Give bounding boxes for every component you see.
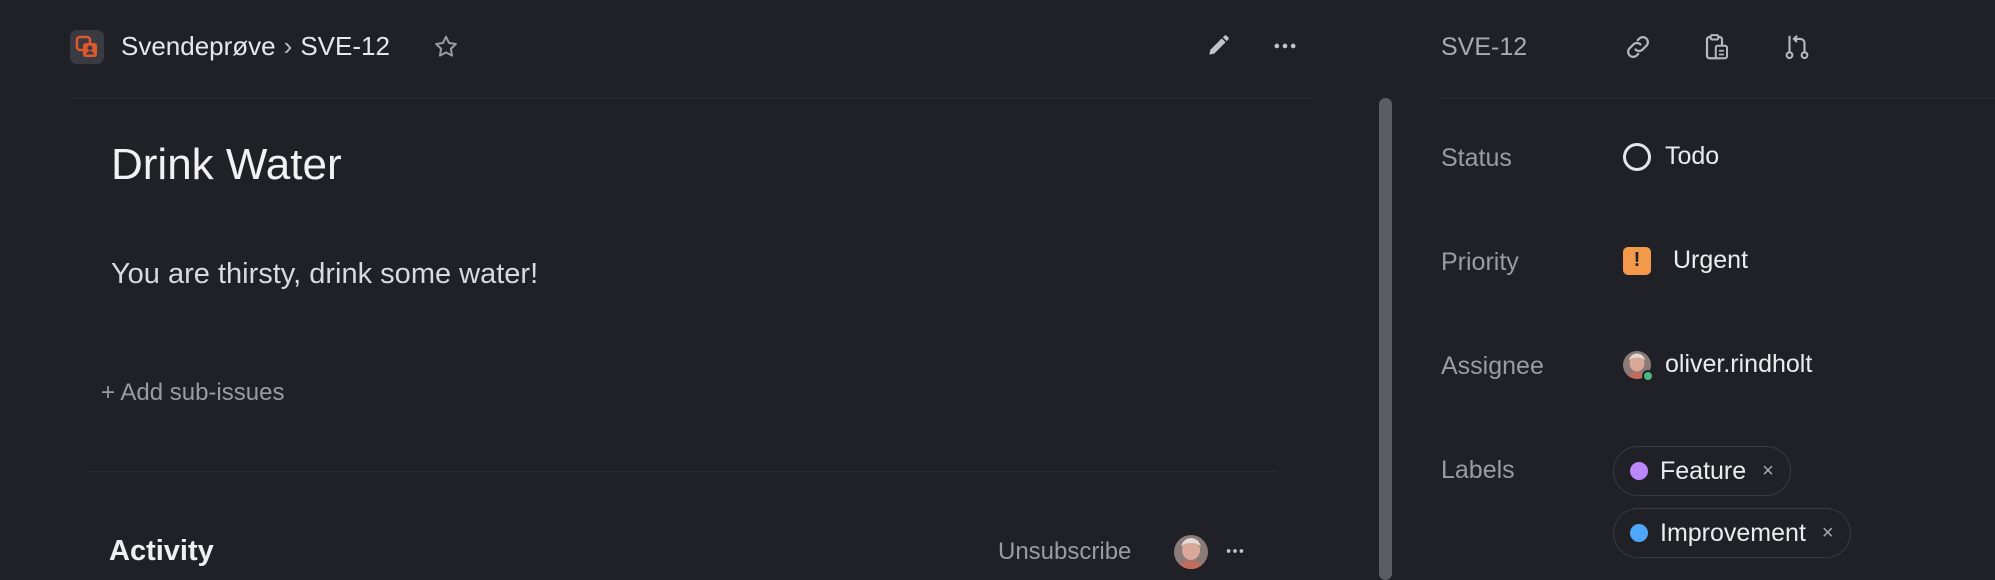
todo-status-icon	[1623, 142, 1651, 171]
status-label: Status	[1441, 144, 1512, 172]
team-icon[interactable]	[70, 30, 104, 64]
edit-button[interactable]	[1202, 30, 1234, 62]
more-options-button[interactable]	[1269, 30, 1301, 62]
label-chip-feature[interactable]: Feature ×	[1613, 446, 1791, 496]
clipboard-icon	[1705, 34, 1728, 60]
subscriber-avatar[interactable]	[1174, 535, 1208, 569]
sidebar-header-divider	[1441, 98, 1995, 99]
pencil-icon	[1209, 35, 1229, 55]
issue-title[interactable]: Drink Water	[111, 140, 342, 190]
unsubscribe-button[interactable]: Unsubscribe	[998, 538, 1131, 566]
issue-main-panel: Svendeprøve › SVE-12 Drink Water You are…	[0, 0, 1355, 580]
add-sub-issues-button[interactable]: + Add sub-issues	[101, 379, 284, 407]
label-color-dot	[1630, 524, 1648, 542]
assignee-avatar	[1623, 350, 1654, 382]
more-horizontal-icon	[1226, 549, 1244, 553]
assignee-label: Assignee	[1441, 352, 1544, 380]
copy-branch-button[interactable]	[1780, 30, 1814, 64]
label-color-dot	[1630, 462, 1648, 480]
labels-label: Labels	[1441, 456, 1515, 484]
remove-label-icon[interactable]: ×	[1822, 522, 1834, 545]
favorite-button[interactable]	[430, 31, 462, 63]
remove-label-icon[interactable]: ×	[1762, 460, 1774, 483]
link-icon	[1627, 36, 1649, 58]
breadcrumb-issue-id[interactable]: SVE-12	[300, 31, 390, 62]
content-divider	[89, 471, 1276, 472]
breadcrumb: Svendeprøve › SVE-12	[121, 31, 390, 62]
sidebar-issue-id: SVE-12	[1441, 33, 1528, 61]
more-horizontal-icon	[1274, 43, 1296, 49]
status-selector[interactable]: Todo	[1623, 142, 1719, 171]
breadcrumb-separator: ›	[283, 31, 293, 61]
status-value: Todo	[1665, 142, 1720, 170]
label-name: Feature	[1660, 456, 1747, 485]
copy-id-button[interactable]	[1700, 30, 1734, 64]
label-chip-improvement[interactable]: Improvement ×	[1613, 508, 1851, 558]
urgent-priority-icon: !	[1623, 246, 1651, 275]
git-branch-icon	[1785, 34, 1809, 60]
breadcrumb-team[interactable]: Svendeprøve	[121, 31, 276, 62]
star-icon	[435, 35, 457, 57]
label-name: Improvement	[1660, 518, 1806, 547]
assignee-selector[interactable]: oliver.rindholt	[1623, 350, 1813, 382]
priority-selector[interactable]: ! Urgent	[1623, 246, 1748, 275]
online-status-indicator	[1642, 369, 1654, 382]
copy-link-button[interactable]	[1621, 30, 1655, 64]
main-scrollbar[interactable]	[1379, 98, 1392, 580]
activity-more-button[interactable]	[1222, 536, 1248, 566]
assignee-value: oliver.rindholt	[1665, 350, 1813, 378]
issue-description[interactable]: You are thirsty, drink some water!	[111, 258, 538, 291]
header-divider	[70, 98, 1314, 99]
activity-heading: Activity	[109, 535, 214, 567]
priority-label: Priority	[1441, 248, 1519, 276]
priority-value: Urgent	[1673, 246, 1749, 274]
issue-header: Svendeprøve › SVE-12	[0, 0, 1355, 98]
